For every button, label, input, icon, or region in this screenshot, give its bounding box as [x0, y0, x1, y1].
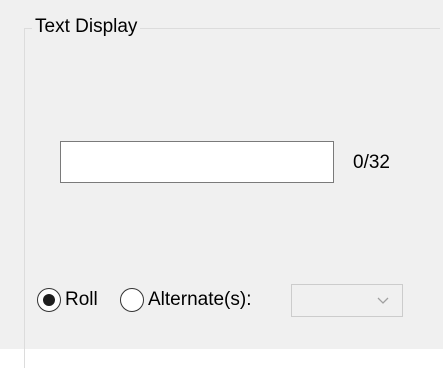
roll-label: Roll	[65, 289, 98, 310]
roll-radio-option[interactable]: Roll	[37, 285, 98, 315]
radio-selected-icon[interactable]	[37, 288, 61, 312]
alternate-count-select[interactable]	[291, 284, 403, 317]
display-text-input[interactable]	[60, 141, 334, 183]
alternate-radio-option[interactable]: Alternate(s):	[120, 285, 251, 315]
alternate-label: Alternate(s):	[148, 289, 252, 310]
radio-unselected-icon[interactable]	[120, 288, 144, 312]
chevron-down-icon	[377, 297, 389, 304]
radio-dot-icon	[43, 294, 55, 306]
text-display-group-box	[24, 28, 440, 368]
text-display-panel: Text Display 0/32 Roll Alternate(s):	[0, 0, 443, 368]
group-title: Text Display	[32, 16, 141, 38]
character-count: 0/32	[353, 152, 390, 173]
